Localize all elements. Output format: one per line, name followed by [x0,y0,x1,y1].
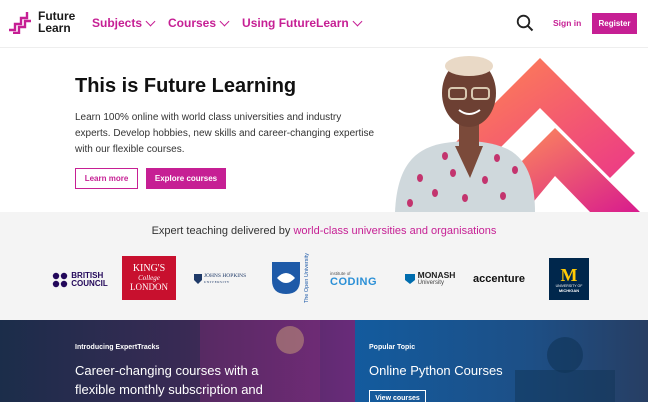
british-council-logo[interactable]: BRITISH COUNCIL [52,268,108,292]
expert-tracks-kicker: Introducing ExpertTracks [75,344,160,351]
british-council-dots-icon [53,272,68,288]
chevron-down-icon [219,16,230,26]
british-council-line2: COUNCIL [71,279,108,288]
monash-sub: University [417,280,444,286]
view-courses-button[interactable]: View courses [369,390,426,402]
kings-line3: LONDON [130,282,168,292]
learn-more-button[interactable]: Learn more [75,168,138,189]
site-header: Future Learn Subjects Courses Using Futu… [0,0,648,48]
johns-hopkins-logo[interactable]: JOHNS HOPKINS UNIVERSITY [192,270,248,288]
search-icon[interactable] [516,14,534,32]
hero-title: This is Future Learning [75,75,297,97]
chevron-down-icon [145,16,156,26]
expert-tracks-promo[interactable]: Introducing ExpertTracks Career-changing… [0,320,355,402]
nav-using-futurelearn[interactable]: Using FutureLearn [242,16,363,30]
chevron-down-icon [352,16,363,26]
partners-section: Expert teaching delivered by world-class… [0,212,648,320]
partner-logos: BRITISH COUNCIL KING'S College LONDON JO… [0,253,648,306]
university-of-michigan-logo[interactable]: M UNIVERSITY OF MICHIGAN [549,258,589,300]
nav-subjects-label: Subjects [92,16,143,30]
promo-section: Introducing ExpertTracks Career-changing… [0,320,648,402]
jhu-shield-icon [193,274,202,284]
kings-line2: College [138,274,160,282]
nav-courses[interactable]: Courses [168,16,230,30]
hero-illustration [395,56,640,212]
partners-heading-prefix: Expert teaching delivered by [151,225,294,237]
open-university-text: The Open University [304,252,310,304]
monash-name: MONASH [417,270,456,280]
accenture-logo[interactable]: accenture [470,270,528,288]
jhu-sub: UNIVERSITY [203,280,230,284]
accenture-text: accenture [473,273,525,285]
register-button[interactable]: Register [592,13,637,34]
expert-tracks-title: Career-changing courses with a flexible … [75,361,263,399]
explore-courses-button[interactable]: Explore courses [146,168,226,189]
logo-text: Future Learn [38,10,75,34]
nav-courses-label: Courses [168,16,217,30]
open-university-shield-icon [272,262,300,294]
partners-heading-link[interactable]: world-class universities and organisatio… [293,225,496,237]
python-title: Online Python Courses [369,363,503,378]
main-nav: Subjects Courses Using FutureLearn [92,16,363,30]
expert-tracks-title-line2: flexible monthly subscription and [75,382,263,397]
partners-heading: Expert teaching delivered by world-class… [0,225,648,237]
institute-of-coding-logo[interactable]: institute of CODING [330,266,386,292]
monash-shield-icon [404,274,415,284]
hero-section: This is Future Learning Learn 100% onlin… [0,48,648,212]
kings-line1: KING'S [132,263,166,274]
hero-subtitle: Learn 100% online with world class unive… [75,112,375,155]
python-kicker: Popular Topic [369,344,416,351]
nav-using-label: Using FutureLearn [242,16,349,30]
sign-in-link[interactable]: Sign in [553,18,581,28]
coding-text: CODING [330,275,377,288]
michigan-block-m-icon: M [560,264,578,285]
nav-subjects[interactable]: Subjects [92,16,156,30]
futurelearn-logo[interactable]: Future Learn [8,10,75,34]
expert-tracks-title-line1: Career-changing courses with a [75,363,259,378]
open-university-logo[interactable]: The Open University [262,253,318,303]
monash-university-logo[interactable]: MONASH University [400,268,460,290]
logo-mark-icon [9,12,31,34]
kings-college-london-logo[interactable]: KING'S College LONDON [122,256,176,300]
python-courses-promo[interactable]: Popular Topic Online Python Courses View… [355,320,648,402]
logo-line-2: Learn [38,21,71,35]
umich-line2: MICHIGAN [558,287,580,293]
